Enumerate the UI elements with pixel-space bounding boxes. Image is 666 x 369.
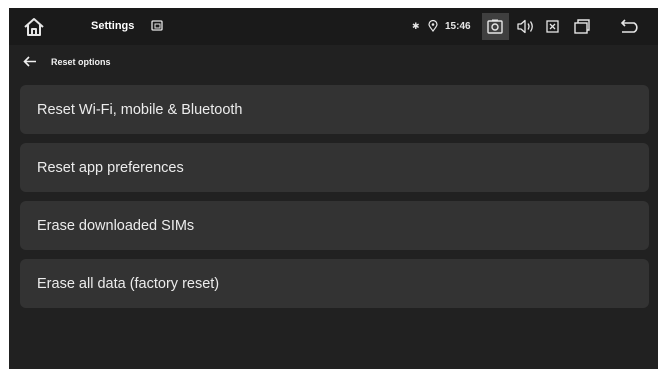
back-arrow-icon[interactable] xyxy=(23,56,37,67)
reset-app-preferences-item[interactable]: Reset app preferences xyxy=(20,143,649,192)
erase-sims-item[interactable]: Erase downloaded SIMs xyxy=(20,201,649,250)
cast-icon xyxy=(151,20,163,31)
screenshot-button[interactable] xyxy=(482,13,509,40)
reset-options-list: Reset Wi-Fi, mobile & Bluetooth Reset ap… xyxy=(20,85,649,317)
page-title: Reset options xyxy=(51,57,111,67)
status-time: 15:46 xyxy=(445,21,471,32)
item-label: Erase all data (factory reset) xyxy=(37,275,220,292)
close-box-icon[interactable] xyxy=(546,20,559,33)
item-label: Reset app preferences xyxy=(37,159,184,176)
screenshot-icon xyxy=(487,19,503,34)
back-icon[interactable] xyxy=(619,19,641,33)
reset-network-item[interactable]: Reset Wi-Fi, mobile & Bluetooth xyxy=(20,85,649,134)
status-bar: Settings ✱ 15:46 xyxy=(9,8,658,45)
status-app-title: Settings xyxy=(91,20,135,32)
location-icon xyxy=(428,20,438,32)
factory-reset-item[interactable]: Erase all data (factory reset) xyxy=(20,259,649,308)
item-label: Erase downloaded SIMs xyxy=(37,217,195,234)
volume-icon[interactable] xyxy=(517,19,535,34)
item-label: Reset Wi-Fi, mobile & Bluetooth xyxy=(37,101,243,118)
settings-screen: Settings ✱ 15:46 Reset options Reset Wi-… xyxy=(9,8,658,369)
recents-icon[interactable] xyxy=(574,19,590,34)
bluetooth-icon: ✱ xyxy=(412,21,420,31)
home-icon[interactable] xyxy=(23,17,45,37)
page-header: Reset options xyxy=(9,45,658,79)
